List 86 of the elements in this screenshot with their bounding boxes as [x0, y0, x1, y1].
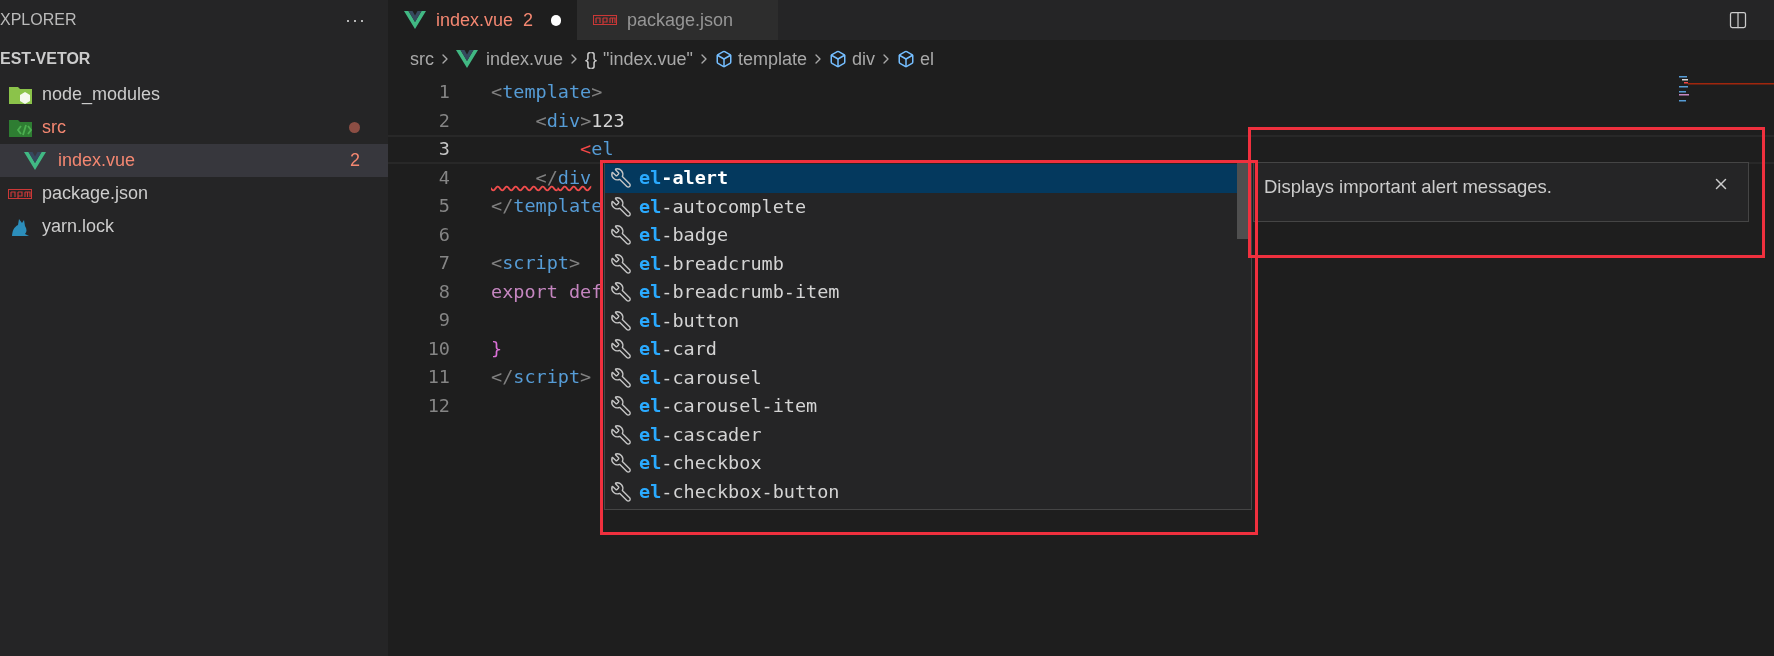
line-number: 11 — [426, 365, 450, 390]
breadcrumb-item[interactable]: index.vue — [486, 45, 564, 73]
wrench-icon — [610, 395, 632, 418]
breadcrumb-item[interactable]: el — [920, 45, 934, 73]
npm-icon — [8, 188, 32, 199]
file-tree-item[interactable]: package.json — [0, 177, 388, 210]
braces-glyph: {} — [585, 47, 598, 71]
suggestion-label: el-autocomplete — [639, 194, 807, 219]
details-text: Displays important alert messages. — [1264, 175, 1552, 199]
code-line: <script> — [491, 251, 581, 276]
suggestion-label: el-breadcrumb — [639, 251, 784, 276]
wrench-icon — [610, 480, 632, 503]
breadcrumb-item[interactable]: "index.vue" — [603, 45, 693, 73]
project-title: EST-VETOR — [0, 49, 91, 69]
suggestion-item[interactable]: el-breadcrumb — [605, 249, 1237, 278]
suggestion-label: el-carousel-item — [639, 394, 818, 419]
file-tree-item[interactable]: node_modules — [0, 78, 388, 111]
file-tree-item[interactable]: yarn.lock — [0, 210, 388, 243]
breadcrumb-item[interactable]: src — [410, 45, 434, 73]
code-line: } — [491, 336, 503, 361]
line-number: 7 — [437, 251, 450, 276]
line-number: 6 — [437, 222, 450, 247]
suggestion-label: el-card — [639, 337, 717, 362]
suggestion-item[interactable]: el-carousel-item — [605, 392, 1237, 421]
wrench-icon — [610, 195, 632, 218]
line-number: 4 — [437, 165, 450, 190]
code-line: <template> — [491, 80, 603, 105]
line-number: 12 — [426, 393, 450, 418]
file-tree-item[interactable]: index.vue 2 — [0, 144, 388, 177]
wrench-icon — [610, 309, 632, 332]
wrench-icon — [610, 423, 632, 446]
explorer-title: XPLORER — [0, 10, 77, 30]
suggestion-item[interactable]: el-checkbox-button — [605, 477, 1237, 506]
suggestion-label: el-badge — [639, 223, 729, 248]
suggestion-label: el-cascader — [639, 422, 762, 447]
v-logo-icon — [456, 50, 478, 68]
suggestion-label: el-checkbox-button — [639, 479, 840, 504]
wrench-icon — [610, 281, 632, 304]
problem-count: 2 — [350, 149, 360, 172]
wrench-icon — [610, 366, 632, 389]
suggestion-item[interactable]: el-carousel — [605, 363, 1237, 392]
problem-count: 2 — [523, 8, 534, 32]
code-line: <el — [579, 137, 614, 162]
split-editor-icon[interactable] — [1728, 10, 1748, 30]
suggestion-item[interactable]: el-badge — [605, 221, 1237, 250]
npm-icon — [593, 15, 617, 25]
line-number: 8 — [437, 279, 450, 304]
cube-icon — [714, 50, 733, 68]
file-tree-item[interactable]: src — [0, 111, 388, 144]
suggestion-item[interactable]: el-autocomplete — [605, 192, 1237, 221]
suggestion-item[interactable]: el-card — [605, 335, 1237, 364]
line-number: 3 — [437, 137, 450, 162]
v-logo-icon — [404, 11, 426, 29]
wrench-icon — [610, 224, 632, 247]
suggestion-label: el-alert — [639, 166, 729, 191]
wrench-icon — [610, 167, 632, 190]
line-number: 9 — [437, 308, 450, 333]
code-line: export def — [491, 279, 603, 304]
wrench-icon — [610, 338, 632, 361]
line-number: 5 — [437, 194, 450, 219]
wrench-icon — [610, 452, 632, 475]
editor-tab[interactable]: package.json — [577, 0, 778, 40]
code-line: </template — [491, 194, 603, 219]
cube-icon — [897, 50, 915, 68]
code-line: <div>123 — [534, 108, 625, 133]
cube-icon — [829, 50, 847, 68]
line-number: 2 — [437, 108, 450, 133]
code-line: </div — [534, 165, 592, 190]
wrench-icon — [610, 252, 632, 275]
suggestion-item[interactable]: el-button — [605, 306, 1237, 335]
suggestion-label: el-button — [639, 308, 740, 333]
suggestion-label: el-breadcrumb-item — [639, 280, 840, 305]
suggestion-label: el-checkbox — [639, 451, 762, 476]
suggestion-item[interactable]: el-breadcrumb-item — [605, 278, 1237, 307]
suggestion-item[interactable]: el-checkbox — [605, 449, 1237, 478]
breadcrumb-item[interactable]: template — [737, 45, 807, 73]
v-logo-icon — [24, 151, 46, 170]
suggestion-label: el-carousel — [639, 365, 762, 390]
more-actions-button[interactable]: ··· — [345, 6, 366, 34]
suggestion-item[interactable]: el-alert — [605, 164, 1237, 193]
suggestion-item[interactable]: el-cascader — [605, 420, 1237, 449]
code-line: </script> — [491, 365, 592, 390]
line-number: 1 — [437, 80, 450, 105]
line-number: 10 — [426, 336, 450, 361]
editor-tab[interactable]: index.vue 2 — [388, 0, 577, 40]
breadcrumb-item[interactable]: div — [852, 45, 875, 73]
